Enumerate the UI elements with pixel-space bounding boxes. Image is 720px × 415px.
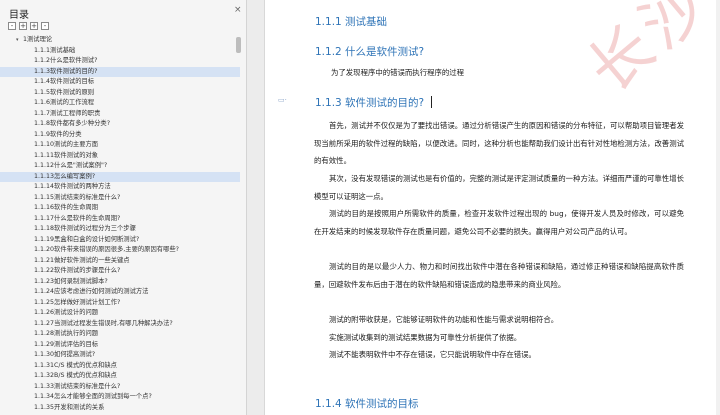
toc-item[interactable]: 1.1.10测试的主要方面 [0,140,240,151]
toc-item[interactable]: 1.1.28测试执行的问题 [0,329,240,340]
paragraph-definition: 为了发现程序中的错误而执行程序的过程 [331,68,465,77]
document-gutter [247,0,264,415]
toc-scrollbar[interactable] [236,35,241,415]
toc-item[interactable]: 1.1.7测试工程师的职责 [0,109,240,120]
toc-root-item[interactable]: ▾ 1测试理论 [0,35,240,46]
toc-scrollbar-thumb[interactable] [236,37,241,53]
toc-item[interactable]: 1.1.32B/S 模式的优点和缺点 [0,371,240,382]
toc-item[interactable]: 1.1.16软件的生命周期 [0,203,240,214]
toc-item[interactable]: 1.1.8软件都有多少种分类? [0,119,240,130]
expand-level-icon[interactable]: + [30,22,38,30]
heading-1-1-2: 1.1.2 什么是软件测试? [315,46,425,58]
toc-item[interactable]: 1.1.19黑盒和白盒的设计如何断测试? [0,235,240,246]
heading-1-1-1: 1.1.1 测试基础 [315,16,388,28]
toc-item[interactable]: 1.1.30如何提高测试? [0,350,240,361]
toc-item[interactable]: 1.1.21做好软件测试的一些关键点 [0,256,240,267]
heading-1-1-4: 1.1.4 软件测试的目标 [315,398,419,410]
toc-item[interactable]: 1.1.27当测试过程发生错误时,有哪几种解决办法? [0,319,240,330]
toc-item[interactable]: 1.1.20软件带来错误的原因很多,主要的原因有哪些? [0,245,240,256]
toc-item[interactable]: 1.1.11软件测试的对象 [0,151,240,162]
toc-item[interactable]: 1.1.29测试评估的目标 [0,340,240,351]
document-page[interactable]: 长沙测试测试 1.1.1 测试基础 1.1.2 什么是软件测试? 为了发现程序中… [264,0,720,415]
toc-toolbar: - + + - [8,22,49,32]
toc-item[interactable]: 1.1.33测试结束的标准是什么? [0,382,240,393]
toc-item[interactable]: 1.1.9软件的分类 [0,130,240,141]
toc-item[interactable]: 1.1.14软件测试的两种方法 [0,182,240,193]
toc-item[interactable]: 1.1.26测试设计的问题 [0,308,240,319]
collapse-all-icon[interactable]: - [8,22,16,30]
toc-item[interactable]: 1.1.12什么是"测试案例"? [0,161,240,172]
toc-item[interactable]: 1.1.23如何录制测试脚本? [0,277,240,288]
paragraph-7: 测试不能表明软件中不存在错误，它只能说明软件中存在错误。 [329,350,536,359]
toc-item[interactable]: 1.1.1测试基础 [0,46,240,57]
paragraph-3: 测试的目的是按照用户所需软件的质量，检查开发软件过程出现的 bug，使得开发人员… [314,209,684,236]
toc-item[interactable]: 1.1.35开发和测试的关系 [0,403,240,414]
caret-down-icon[interactable]: ▾ [16,35,23,46]
toc-item[interactable]: 1.1.6测试的工作流程 [0,98,240,109]
toc-item[interactable]: 1.1.24应该考虑进行如何测试的测试方法 [0,287,240,298]
toc-item[interactable]: 1.1.22软件测试的步骤是什么? [0,266,240,277]
toc-title: 目录 [9,10,29,21]
close-icon[interactable]: × [234,5,242,15]
toc-item[interactable]: 1.1.15测试结束的标准是什么? [0,193,240,204]
toc-item[interactable]: 1.1.3软件测试的目的? [0,66,240,77]
toc-item[interactable]: 1.1.17什么是软件的生命周期? [0,214,240,225]
toc-panel: 目录 × - + + - ▾ 1测试理论 1.1.1测试基础 1.1.2什么是软件测… [0,0,247,415]
paragraph-2: 其次，没有发现错误的测试也是有价值的，完整的测试是评定测试质量的一种方法。详细而… [314,174,684,201]
toc-item[interactable]: 1.1.34怎么才能够全面的测试到每一个点? [0,392,240,403]
document-scrollbar[interactable] [716,0,720,415]
heading-1-1-3: 1.1.3 软件测试的目的? [315,95,433,110]
toc-item[interactable]: 1.1.31C/S 模式的优点和缺点 [0,361,240,372]
toc-list: ▾ 1测试理论 1.1.1测试基础 1.1.2什么是软件测试? 1.1.3软件测试的目… [0,35,240,415]
paragraph-6: 实施测试收集到的测试结果数据为可靠性分析提供了依据。 [329,333,522,342]
paragraph-5: 测试的附带收获是，它能够证明软件的功能和性能与需求说明相符合。 [329,315,559,324]
toc-item[interactable]: 1.1.25怎样做好测试计划工作? [0,298,240,309]
paragraph-4: 测试的目的是以最少人力、物力和时间找出软件中潜在各种错误和缺陷，通过修正种错误和… [314,262,684,289]
watermark: 长沙测试测试 [565,0,720,109]
toc-item[interactable]: 1.1.13怎么编写案例? [0,171,240,182]
toc-item[interactable]: 1.1.18软件测试的过程分为三个步骤 [0,224,240,235]
collapse-level-icon[interactable]: - [41,22,49,30]
toc-item[interactable]: 1.1.4软件测试的目标 [0,77,240,88]
expand-all-icon[interactable]: + [19,22,27,30]
toc-item[interactable]: 1.1.2什么是软件测试? [0,56,240,67]
text-cursor [431,96,433,108]
paragraph-1: 首先，测试并不仅仅是为了要找出错误。通过分析错误产生的原因和错误的分布特征，可以… [314,121,684,166]
toc-item[interactable]: 1.1.5软件测试的原则 [0,88,240,99]
paragraph-marker-icon[interactable]: ▭· [278,96,287,104]
